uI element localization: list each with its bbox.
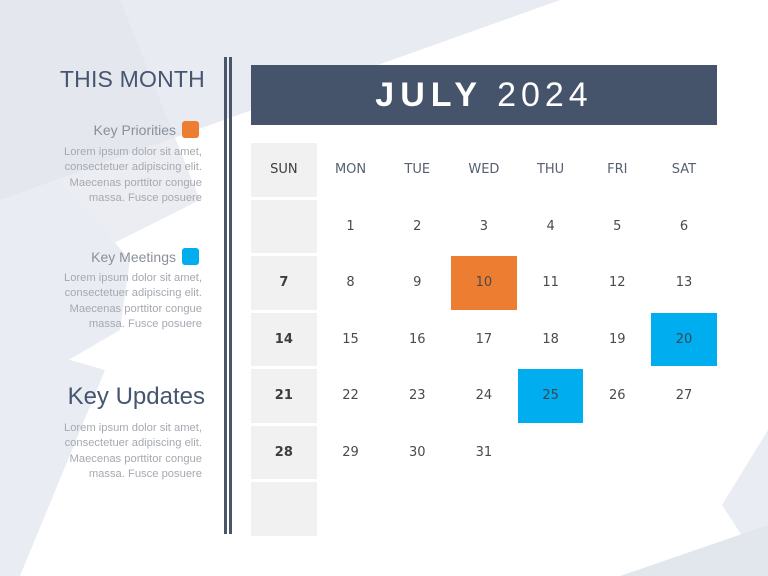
month-header: JULY 2024: [251, 65, 717, 125]
empty-day-cell: [251, 199, 317, 253]
desc-line: consectetuer adipiscing elit.: [64, 287, 202, 300]
desc-line: Maecenas porttitor congue: [69, 302, 202, 315]
orange-swatch-icon: [182, 121, 199, 138]
meetings-description: Lorem ipsum dolor sit amet, consectetuer…: [0, 271, 202, 332]
day-cell-1[interactable]: 1: [318, 200, 384, 254]
empty-day-cell: [251, 482, 317, 536]
day-cell-15[interactable]: 15: [318, 313, 384, 367]
day-cell-16[interactable]: 16: [384, 313, 450, 367]
desc-line: Lorem ipsum dolor sit amet,: [63, 272, 202, 284]
desc-line: Lorem ipsum dolor sit amet,: [63, 422, 202, 434]
month-name: JULY: [375, 75, 484, 114]
day-cell-31[interactable]: 31: [451, 426, 517, 480]
updates-description: Lorem ipsum dolor sit amet, consectetuer…: [0, 421, 202, 482]
day-cell-5[interactable]: 5: [584, 200, 650, 254]
empty-day-cell: [451, 482, 517, 536]
legend-label: Key Meetings: [91, 248, 176, 265]
day-cell-18[interactable]: 18: [518, 313, 584, 367]
day-cell-14[interactable]: 14: [251, 312, 317, 366]
day-cell-9[interactable]: 9: [384, 256, 450, 310]
this-month-title: THIS MONTH: [59, 66, 205, 92]
day-cell-30[interactable]: 30: [384, 426, 450, 480]
desc-line: consectetuer adipiscing elit.: [64, 161, 202, 174]
priorities-description: Lorem ipsum dolor sit amet, consectetuer…: [0, 145, 202, 206]
desc-line: massa. Fusce posuere: [88, 191, 202, 204]
desc-line: Lorem ipsum dolor sit amet,: [63, 146, 202, 158]
divider-line: [224, 57, 227, 534]
day-cell-13[interactable]: 13: [651, 256, 717, 310]
day-cell-24[interactable]: 24: [451, 369, 517, 423]
empty-day-cell: [518, 482, 584, 536]
empty-day-cell: [584, 426, 650, 480]
legend-key-priorities: Key Priorities: [94, 121, 199, 138]
weekday-header-sat: SAT: [671, 162, 697, 178]
empty-day-cell: [318, 482, 384, 536]
calendar-grid: SUN MON TUE WED THU FRI SAT 1 2 3 4 5 6 7 8 9 10 11 12 13 14…: [251, 143, 718, 539]
weekday-header-tue: TUE: [404, 162, 431, 178]
day-cell-25[interactable]: 25: [517, 369, 584, 423]
day-cell-27[interactable]: 27: [651, 369, 717, 423]
legend-label: Key Priorities: [93, 121, 176, 138]
weekday-header-wed: WED: [468, 162, 500, 178]
day-cell-3[interactable]: 3: [451, 200, 517, 254]
day-cell-29[interactable]: 29: [318, 426, 384, 480]
key-updates-title: Key Updates: [67, 383, 205, 410]
empty-day-cell: [651, 426, 717, 480]
desc-line: massa. Fusce posuere: [88, 467, 202, 480]
day-cell-23[interactable]: 23: [384, 369, 450, 423]
year: 2024: [497, 75, 593, 114]
empty-day-cell: [518, 426, 584, 480]
day-cell-20[interactable]: 20: [651, 312, 717, 366]
day-cell-4[interactable]: 4: [518, 200, 584, 254]
day-cell-26[interactable]: 26: [584, 369, 650, 423]
day-cell-8[interactable]: 8: [318, 256, 384, 310]
legend-key-meetings: Key Meetings: [91, 248, 199, 265]
day-cell-28[interactable]: 28: [251, 425, 317, 479]
weekday-header-sun: SUN: [251, 143, 317, 197]
day-cell-10[interactable]: 10: [451, 256, 517, 310]
day-cell-11[interactable]: 11: [518, 256, 584, 310]
weekday-header-fri: FRI: [607, 162, 628, 178]
blue-swatch-icon: [182, 248, 199, 265]
day-cell-17[interactable]: 17: [451, 313, 517, 367]
desc-line: Maecenas porttitor congue: [69, 176, 202, 189]
day-cell-19[interactable]: 19: [584, 313, 650, 367]
weekday-header-thu: THU: [536, 162, 565, 178]
divider-line: [229, 57, 232, 534]
weekday-header-mon: MON: [334, 162, 367, 178]
day-cell-12[interactable]: 12: [584, 256, 650, 310]
empty-day-cell: [584, 482, 650, 536]
desc-line: Maecenas porttitor congue: [69, 452, 202, 465]
day-cell-7[interactable]: 7: [251, 256, 317, 310]
empty-day-cell: [651, 482, 717, 536]
day-cell-2[interactable]: 2: [384, 200, 450, 254]
day-cell-22[interactable]: 22: [318, 369, 384, 423]
desc-line: consectetuer adipiscing elit.: [64, 437, 202, 450]
day-cell-21[interactable]: 21: [251, 369, 317, 423]
day-cell-6[interactable]: 6: [651, 200, 717, 254]
desc-line: massa. Fusce posuere: [88, 317, 202, 330]
empty-day-cell: [384, 482, 450, 536]
